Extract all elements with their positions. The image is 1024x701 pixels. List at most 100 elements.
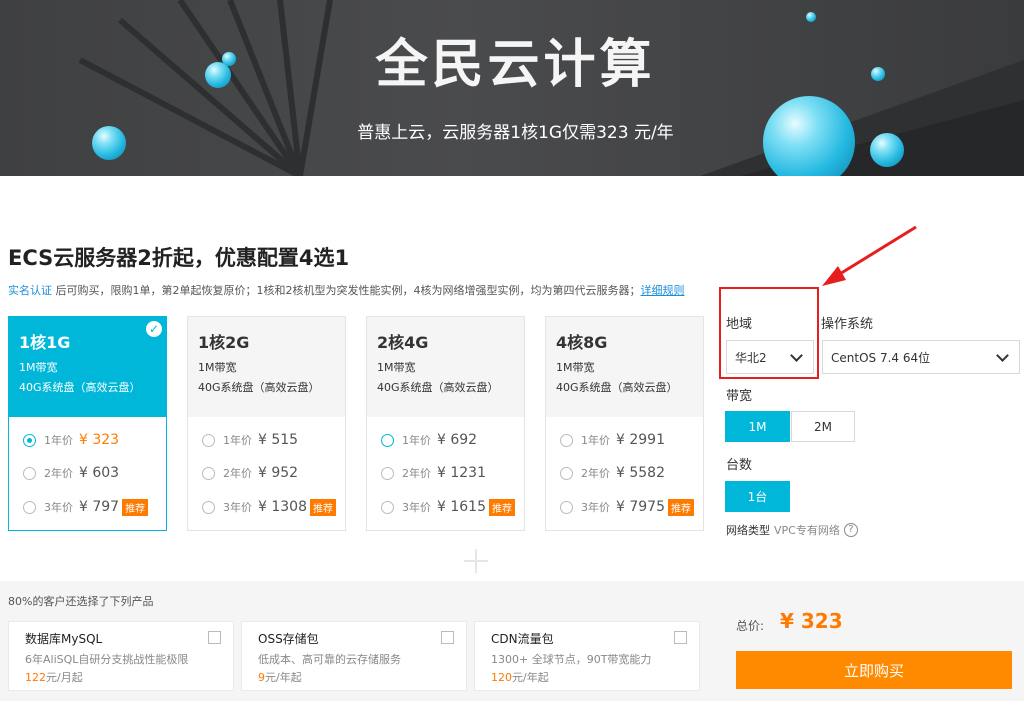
product-desc: 6年AliSQL自研分支挑战性能极限 — [25, 653, 189, 666]
product-mysql[interactable]: 数据库MySQL 6年AliSQL自研分支挑战性能极限 122元/月起 — [8, 621, 234, 691]
page-title: ECS云服务器2折起，优惠配置4选1 — [8, 246, 350, 270]
network-value: VPC专有网络 — [774, 524, 840, 537]
product-price: 9元/年起 — [258, 671, 302, 684]
radio-icon[interactable] — [202, 433, 215, 447]
price-value: ¥ 797 — [79, 499, 120, 515]
price-option-3y[interactable]: 3年价 ¥ 1308 推荐 — [202, 498, 336, 516]
product-price: 120元/年起 — [491, 671, 549, 684]
os-label: 操作系统 — [821, 317, 874, 332]
plus-icon — [464, 549, 488, 573]
recommend-badge: 推荐 — [122, 498, 149, 516]
notice-text: 后可购买，限购1单，第2单起恢复原价；1核和2核机型为突发性能实例，4核为网络增… — [52, 284, 641, 297]
radio-icon[interactable] — [23, 466, 36, 480]
total-price: ¥ 323 — [780, 609, 843, 633]
plan-disk: 40G系统盘（高效云盘） — [377, 381, 499, 394]
price-value: ¥ 2991 — [616, 432, 665, 448]
plan-disk: 40G系统盘（高效云盘） — [556, 381, 678, 394]
plan-spec: 1核2G — [198, 333, 250, 352]
plan-disk: 40G系统盘（高效云盘） — [19, 381, 141, 394]
radio-icon[interactable] — [202, 500, 215, 514]
rules-link[interactable]: 详细规则 — [641, 284, 685, 297]
buy-now-button[interactable]: 立即购买 — [736, 651, 1012, 689]
plan-header: 2核4G 1M带宽 40G系统盘（高效云盘） — [367, 317, 524, 417]
decor-sphere — [870, 133, 904, 167]
recommend-badge: 推荐 — [668, 498, 694, 516]
product-cdn[interactable]: CDN流量包 1300+ 全球节点，90T带宽能力 120元/年起 — [474, 621, 700, 691]
product-oss[interactable]: OSS存储包 低成本、高可靠的云存储服务 9元/年起 — [241, 621, 467, 691]
radio-icon[interactable] — [381, 500, 394, 514]
real-name-link[interactable]: 实名认证 — [8, 284, 52, 297]
annotation-highlight-box — [719, 287, 819, 379]
radio-icon[interactable] — [381, 466, 394, 480]
product-checkbox[interactable] — [674, 631, 687, 644]
price-value: ¥ 1308 — [258, 499, 307, 515]
price-option-1y[interactable]: 1年价 ¥ 2991 — [560, 431, 665, 449]
plan-spec: 2核4G — [377, 333, 429, 352]
os-value: CentOS 7.4 64位 — [831, 350, 931, 365]
radio-icon[interactable] — [23, 500, 36, 514]
product-name: CDN流量包 — [491, 632, 554, 646]
help-icon[interactable]: ? — [843, 523, 858, 537]
plan-bandwidth: 1M带宽 — [377, 361, 416, 374]
price-option-3y[interactable]: 3年价 ¥ 7975 推荐 — [560, 498, 694, 516]
price-value: ¥ 7975 — [616, 499, 665, 515]
annotation-arrow-icon — [822, 225, 917, 286]
radio-icon[interactable] — [560, 500, 573, 514]
plan-card-1c2g[interactable]: 1核2G 1M带宽 40G系统盘（高效云盘） 1年价 ¥ 515 2年价 ¥ 952… — [187, 316, 346, 531]
recommend-footer: 80%的客户还选择了下列产品 数据库MySQL 6年AliSQL自研分支挑战性能… — [0, 581, 1024, 701]
plan-bandwidth: 1M带宽 — [19, 361, 58, 374]
radio-icon[interactable] — [381, 433, 394, 447]
price-value: ¥ 603 — [79, 465, 120, 481]
price-option-1y[interactable]: 1年价 ¥ 323 — [23, 431, 119, 449]
price-option-1y[interactable]: 1年价 ¥ 692 — [381, 431, 477, 449]
bandwidth-2m-button[interactable]: 2M — [791, 411, 855, 442]
price-value: ¥ 952 — [258, 465, 299, 481]
price-option-2y[interactable]: 2年价 ¥ 603 — [23, 464, 119, 482]
os-select[interactable]: CentOS 7.4 64位 — [822, 340, 1020, 374]
price-option-2y[interactable]: 2年价 ¥ 952 — [202, 464, 298, 482]
radio-icon[interactable] — [560, 433, 573, 447]
plan-card-2c4g[interactable]: 2核4G 1M带宽 40G系统盘（高效云盘） 1年价 ¥ 692 2年价 ¥ 123… — [366, 316, 525, 531]
plan-card-1c1g[interactable]: 1核1G 1M带宽 40G系统盘（高效云盘） ✓ 1年价 ¥ 323 2年价 ¥ 6… — [8, 316, 167, 531]
plan-card-4c8g[interactable]: 4核8G 1M带宽 40G系统盘（高效云盘） 1年价 ¥ 2991 2年价 ¥ 55… — [545, 316, 704, 531]
chevron-down-icon — [996, 349, 1009, 362]
decor-sphere — [92, 126, 126, 160]
price-value: ¥ 1231 — [437, 465, 486, 481]
price-value: ¥ 5582 — [616, 465, 665, 481]
plan-header: 1核2G 1M带宽 40G系统盘（高效云盘） — [188, 317, 345, 417]
plan-spec: 1核1G — [19, 333, 71, 352]
plan-bandwidth: 1M带宽 — [556, 361, 595, 374]
hero-banner: 全民云计算 普惠上云，云服务器1核1G仅需323 元/年 — [0, 0, 1024, 176]
plan-bandwidth: 1M带宽 — [198, 361, 237, 374]
radio-icon[interactable] — [23, 433, 36, 447]
recommend-badge: 推荐 — [489, 498, 515, 516]
plan-header: 4核8G 1M带宽 40G系统盘（高效云盘） — [546, 317, 703, 417]
bandwidth-1m-button[interactable]: 1M — [725, 411, 790, 442]
price-option-3y[interactable]: 3年价 ¥ 797 推荐 — [23, 498, 149, 516]
price-option-2y[interactable]: 2年价 ¥ 1231 — [381, 464, 486, 482]
selected-check-icon: ✓ — [146, 321, 162, 337]
decor-sphere — [871, 67, 885, 81]
product-checkbox[interactable] — [441, 631, 454, 644]
quantity-1-button[interactable]: 1台 — [725, 481, 790, 512]
recommend-title: 80%的客户还选择了下列产品 — [8, 595, 154, 608]
product-name: OSS存储包 — [258, 632, 319, 646]
bandwidth-label: 带宽 — [726, 389, 753, 404]
banner-title: 全民云计算 — [375, 35, 656, 95]
product-checkbox[interactable] — [208, 631, 221, 644]
price-option-2y[interactable]: 2年价 ¥ 5582 — [560, 464, 665, 482]
banner-subtitle: 普惠上云，云服务器1核1G仅需323 元/年 — [357, 123, 674, 143]
network-type-row: 网络类型 VPC专有网络 ? — [726, 522, 858, 538]
radio-icon[interactable] — [202, 466, 215, 480]
price-option-3y[interactable]: 3年价 ¥ 1615 推荐 — [381, 498, 515, 516]
product-desc: 低成本、高可靠的云存储服务 — [258, 653, 401, 666]
price-option-1y[interactable]: 1年价 ¥ 515 — [202, 431, 298, 449]
quantity-label: 台数 — [726, 458, 753, 473]
price-value: ¥ 323 — [79, 432, 120, 448]
decor-sphere — [806, 12, 816, 22]
product-price: 122元/月起 — [25, 671, 83, 684]
radio-icon[interactable] — [560, 466, 573, 480]
plan-spec: 4核8G — [556, 333, 608, 352]
total-label: 总价: — [736, 619, 765, 633]
recommend-badge: 推荐 — [310, 498, 336, 516]
